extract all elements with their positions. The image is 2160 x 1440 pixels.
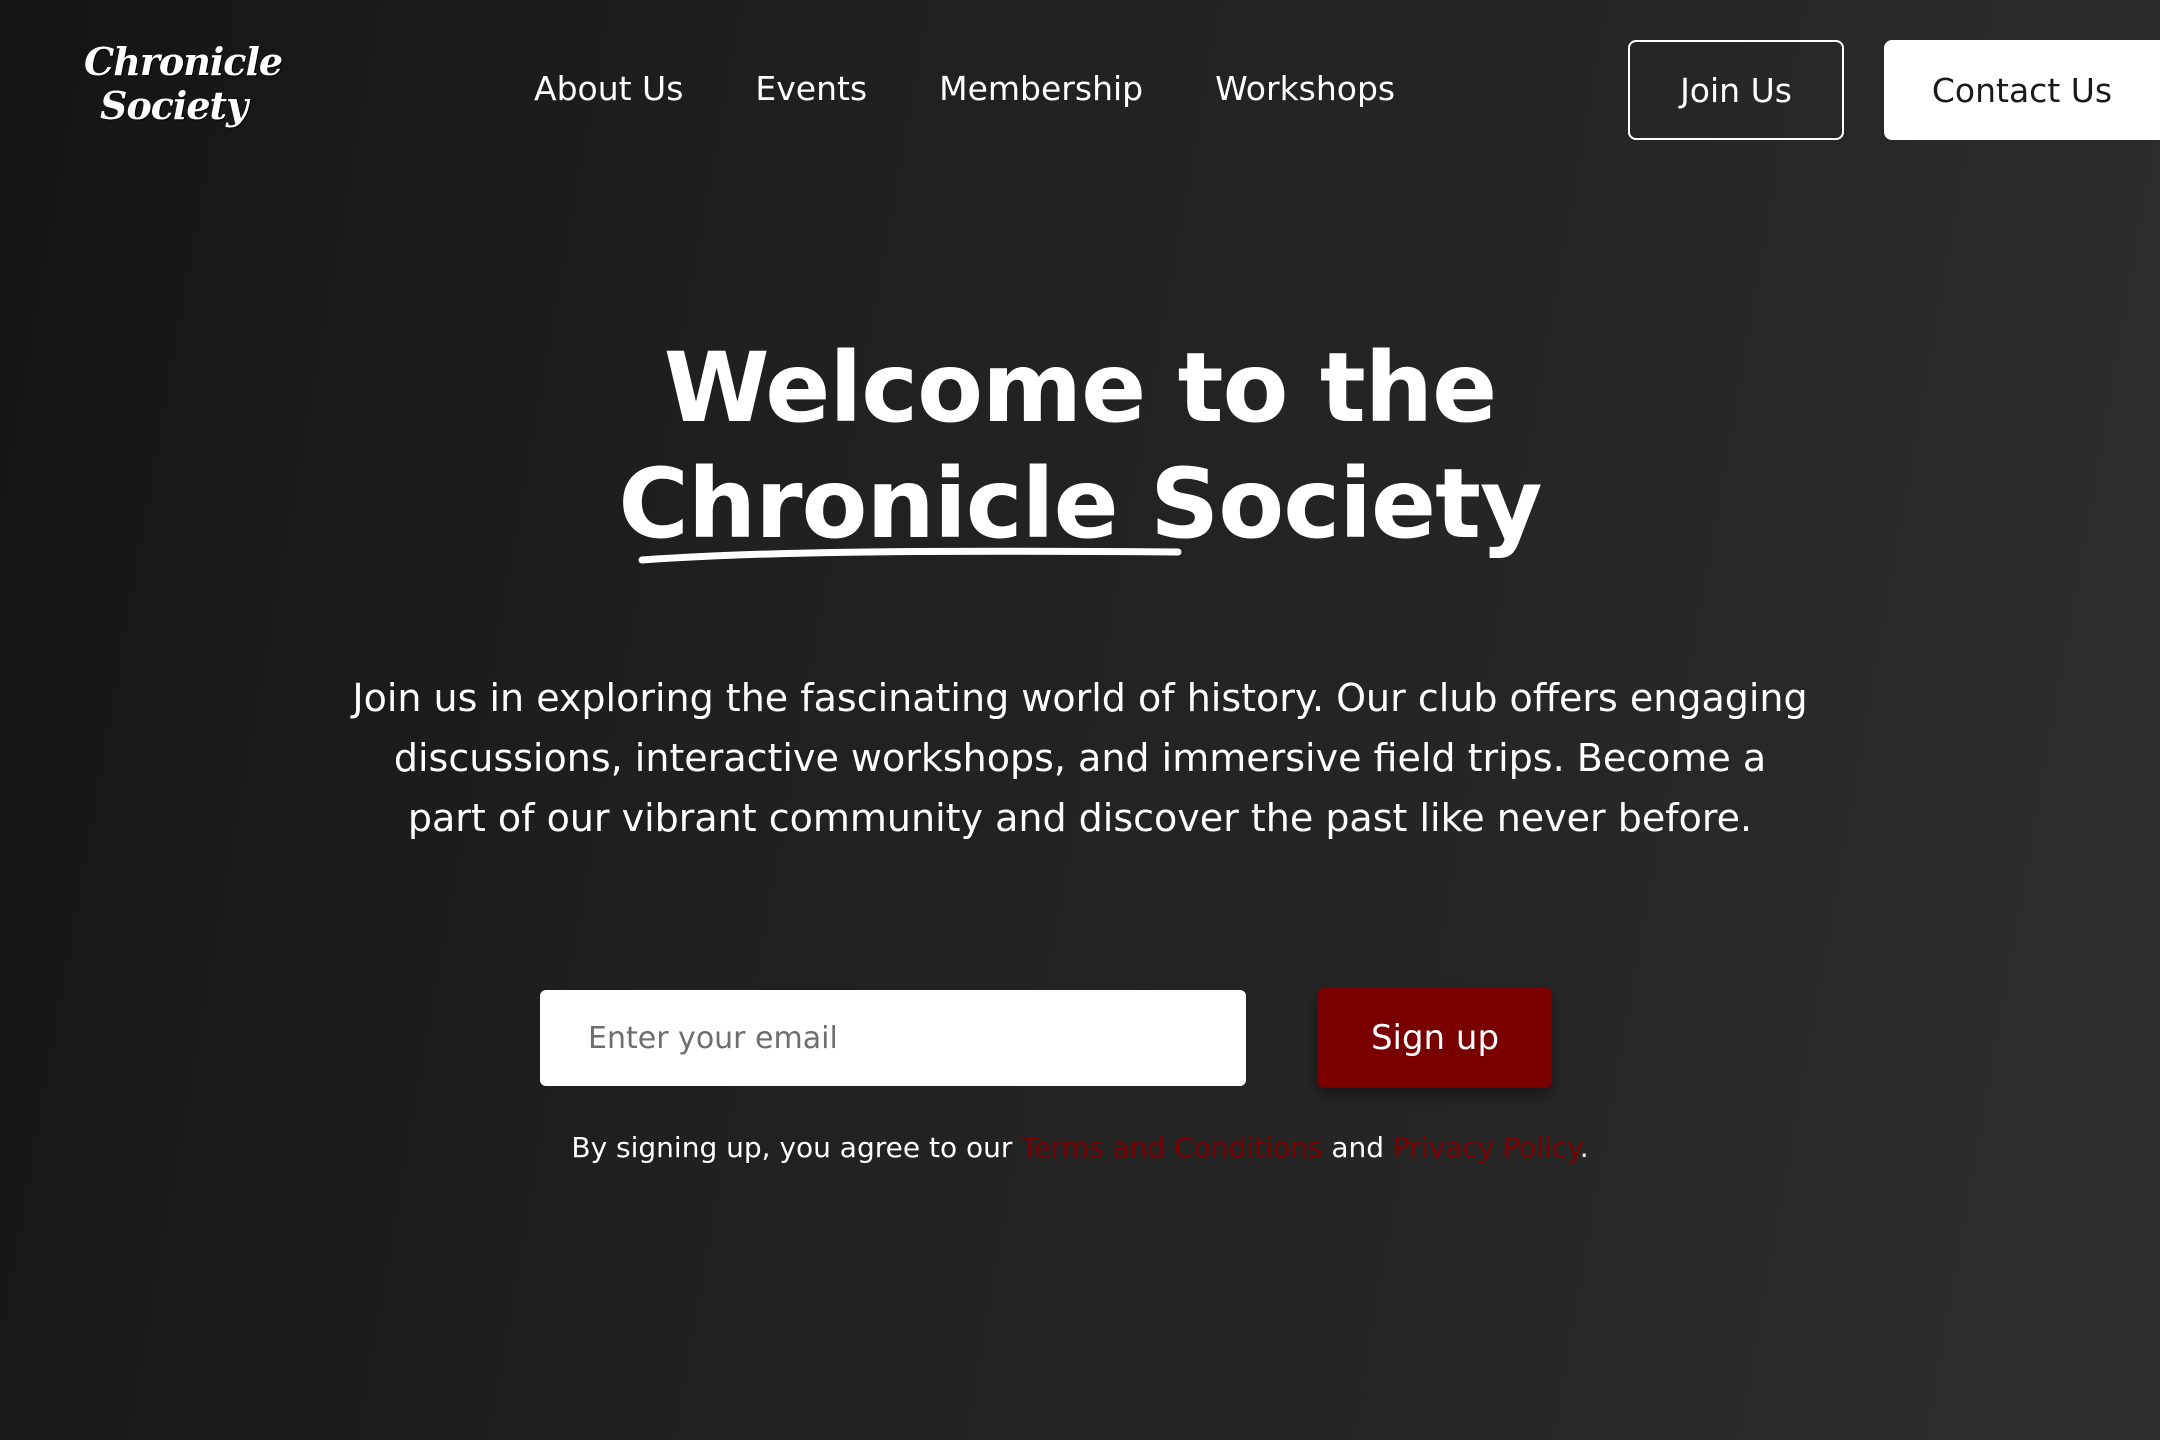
nav-link-about-us[interactable]: About Us [534,69,683,108]
title-underline-decoration [638,547,1182,564]
nav-link-events[interactable]: Events [755,69,867,108]
legal-prefix: By signing up, you agree to our [571,1131,1022,1164]
main-nav: About Us Events Membership Workshops [534,66,1395,110]
hero-title: Welcome to the Chronicle Society [0,330,2160,562]
contact-us-button[interactable]: Contact Us [1884,40,2160,140]
legal-notice: By signing up, you agree to our Terms an… [0,1128,2160,1168]
legal-suffix: . [1579,1131,1589,1164]
sign-up-button[interactable]: Sign up [1318,988,1552,1088]
email-input[interactable] [540,990,1246,1086]
logo[interactable]: Chronicle Society [84,39,283,128]
terms-link[interactable]: Terms and Conditions [1021,1131,1322,1164]
join-us-button[interactable]: Join Us [1628,40,1844,140]
hero-title-line-1: Welcome to the [663,332,1498,444]
privacy-link[interactable]: Privacy Policy [1393,1131,1580,1164]
nav-link-workshops[interactable]: Workshops [1215,69,1395,108]
logo-line-1: Chronicle [84,39,283,84]
hero-description: Join us in exploring the fascinating wor… [352,676,1808,840]
logo-line-2: Society [100,83,248,128]
site-header: Chronicle Society About Us Events Member… [0,0,2160,180]
nav-link-membership[interactable]: Membership [939,69,1143,108]
legal-and: and [1322,1131,1393,1164]
